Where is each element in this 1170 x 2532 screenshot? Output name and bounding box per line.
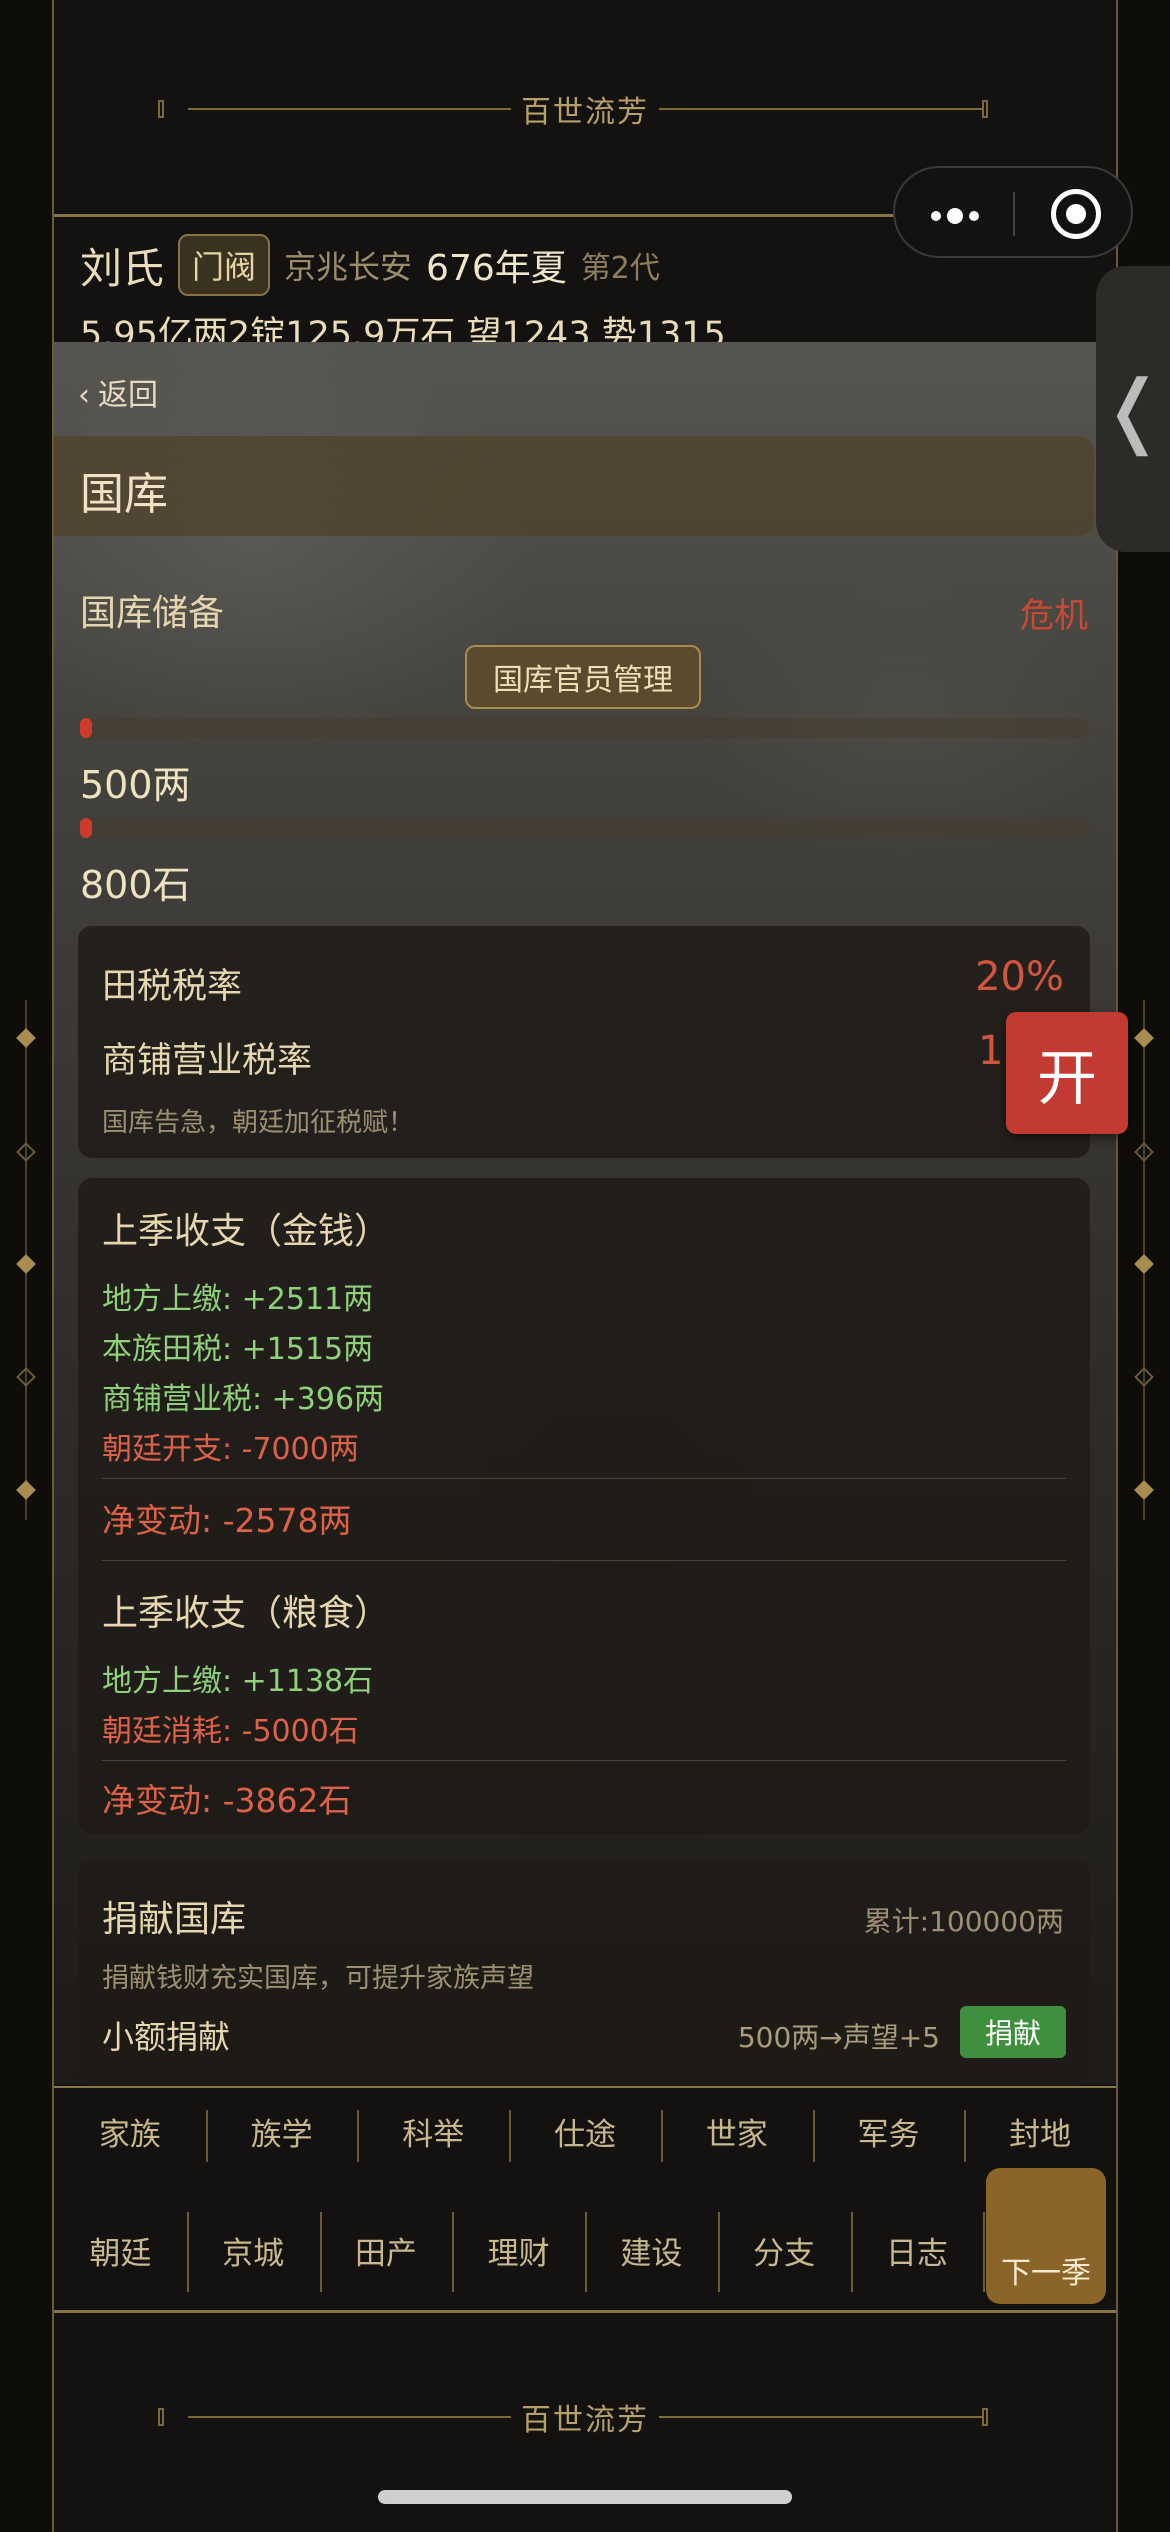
footer-divider (54, 2310, 1116, 2313)
ornament-diamond (1134, 1480, 1154, 1500)
date: 676年夏 (426, 248, 567, 289)
location: 京兆长安 (284, 248, 413, 286)
generation: 第2代 (580, 251, 660, 286)
chevron-left-icon: ❬ (1099, 362, 1167, 456)
tax-card: 田税税率 20% 商铺营业税率 1 国库告急，朝廷加征税赋！ (78, 926, 1090, 1158)
donate-button[interactable]: 捐献 (960, 2006, 1066, 2058)
nav-item-exam[interactable]: 科举 (357, 2088, 509, 2190)
ledger-card: 上季收支（金钱） 地方上缴: +2511两 本族田税: +1515两 商铺营业税… (78, 1178, 1090, 1834)
ornament-diamond (16, 1254, 36, 1274)
nav-item-career[interactable]: 仕途 (509, 2088, 661, 2190)
divider (102, 1478, 1066, 1479)
capsule-separator (1013, 192, 1015, 236)
banner-title: 百世流芳 (511, 2395, 659, 2439)
grain-amount: 800石 (80, 863, 191, 907)
treasury-status-badge: 危机 (1020, 596, 1088, 636)
nav-row-2: 朝廷 京城 田产 理财 建设 分支 日志 (54, 2190, 1116, 2314)
donation-description: 捐献钱财充实国库，可提升家族声望 (102, 1963, 534, 1994)
ornament-diamond (1134, 1254, 1154, 1274)
ledger-line: 朝廷消耗: -5000石 (102, 1714, 359, 1749)
donation-item-label: 小额捐献 (102, 2018, 231, 2056)
nav-item-estates[interactable]: 田产 (319, 2190, 453, 2314)
ledger-line: 商铺营业税: +396两 (102, 1382, 385, 1417)
ornament-diamond (1134, 1367, 1154, 1387)
page-title: 国库 (80, 469, 168, 520)
nav-item-clan-school[interactable]: 族学 (205, 2088, 358, 2190)
nav-item-log[interactable]: 日志 (850, 2190, 984, 2314)
nav-item-construction[interactable]: 建设 (585, 2190, 718, 2314)
shop-tax-value: 1 (978, 1028, 1004, 1074)
nav-item-capital[interactable]: 京城 (186, 2190, 320, 2314)
field-tax-label: 田税税率 (102, 967, 243, 1007)
banner-cap-right (982, 2408, 988, 2426)
chevron-left-icon: ‹ (78, 378, 90, 413)
side-drawer-tab[interactable]: ❬ (1096, 266, 1170, 552)
donation-title: 捐献国库 (102, 1899, 247, 1940)
wealth-line: 5.95亿两2锭125.9万石 望1243 势1315 (80, 315, 726, 344)
grain-progress-fill (80, 818, 92, 838)
money-progress-fill (80, 718, 92, 738)
close-target-icon[interactable] (1051, 189, 1101, 239)
grain-net-change: 净变动: -3862石 (102, 1781, 352, 1820)
bottom-banner: 百世流芳 (54, 2362, 1116, 2472)
shop-tax-label: 商铺营业税率 (102, 1041, 313, 1081)
miniprogram-capsule (893, 166, 1133, 258)
donation-reward: 500两→声望+5 (737, 2021, 940, 2054)
top-banner: 百世流芳 (54, 54, 1116, 164)
rank-badge: 门阀 (178, 234, 271, 296)
grain-ledger-title: 上季收支（粮食） (102, 1593, 391, 1634)
back-label: 返回 (98, 378, 158, 413)
ornament-diamond (16, 1480, 36, 1500)
grain-progress-bar (80, 818, 1090, 838)
field-tax-value: 20% (975, 954, 1064, 1000)
banner-cap-left (158, 2408, 164, 2426)
money-amount: 500两 (80, 763, 191, 807)
money-ledger-title: 上季收支（金钱） (102, 1211, 391, 1252)
divider (102, 1760, 1066, 1761)
tax-note: 国库告急，朝廷加征税赋！ (102, 1108, 415, 1138)
more-icon[interactable] (931, 208, 979, 224)
nav-item-branches[interactable]: 分支 (717, 2190, 851, 2314)
ledger-line: 本族田税: +1515两 (102, 1332, 374, 1367)
banner-cap-right (982, 100, 988, 118)
banner-cap-left (158, 100, 164, 118)
home-indicator (378, 2490, 792, 2504)
ledger-line: 地方上缴: +2511两 (102, 1282, 374, 1317)
ornament-diamond (16, 1028, 36, 1048)
donation-total: 累计:100000两 (863, 1905, 1064, 1938)
ornament-diamond (1134, 1142, 1154, 1162)
banner-title: 百世流芳 (511, 87, 659, 131)
back-button[interactable]: ‹ 返回 (78, 370, 158, 414)
nav-row-1: 家族 族学 科举 仕途 世家 军务 封地 (54, 2086, 1116, 2190)
money-progress-bar (80, 718, 1090, 738)
page-title-bar: 国库 (54, 436, 1094, 536)
ornament-diamond (1134, 1028, 1154, 1048)
nav-item-noble-houses[interactable]: 世家 (660, 2088, 813, 2190)
nav-item-court[interactable]: 朝廷 (54, 2190, 187, 2314)
open-button[interactable]: 开 (1006, 1012, 1128, 1134)
donation-card: 捐献国库 累计:100000两 捐献钱财充实国库，可提升家族声望 小额捐献 50… (78, 1860, 1090, 2086)
nav-item-military[interactable]: 军务 (812, 2088, 965, 2190)
nav-item-family[interactable]: 家族 (54, 2088, 206, 2190)
status-header: 刘氏 门阀 京兆长安 676年夏 第2代 (80, 234, 660, 296)
ornament-diamond (16, 1142, 36, 1162)
ornament-diamond (16, 1367, 36, 1387)
ledger-line: 地方上缴: +1138石 (102, 1664, 374, 1699)
family-name: 刘氏 (80, 243, 165, 293)
ledger-line: 朝廷开支: -7000两 (102, 1432, 359, 1467)
money-net-change: 净变动: -2578两 (102, 1501, 352, 1540)
next-season-button[interactable]: 下一季 (986, 2168, 1106, 2304)
treasury-label: 国库储备 (80, 593, 225, 634)
treasury-manager-button[interactable]: 国库官员管理 (465, 645, 701, 709)
divider (102, 1560, 1066, 1561)
nav-item-finance[interactable]: 理财 (452, 2190, 585, 2314)
